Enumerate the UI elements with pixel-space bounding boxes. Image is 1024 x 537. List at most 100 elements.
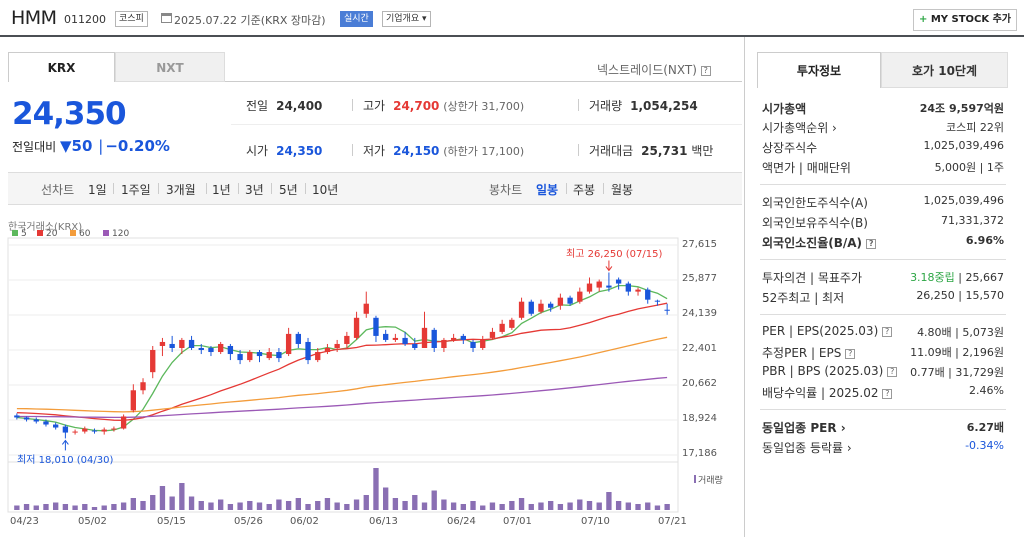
- add-my-stock-button[interactable]: + MY STOCK 추가: [913, 9, 1017, 31]
- foreign-hold-label: 외국인보유주식수(B): [762, 216, 868, 230]
- market-cap-rank-row[interactable]: 시가총액순위 › 코스피 22위: [762, 119, 1004, 137]
- candle-body: [315, 352, 321, 361]
- candle-body: [198, 347, 204, 351]
- foreign-hold-value: 71,331,372: [941, 214, 1004, 227]
- candle-body: [227, 345, 234, 355]
- volume-bar: [538, 502, 544, 510]
- candle-body: [518, 301, 525, 318]
- est-per-value: 11.09배 | 2,196원: [910, 346, 1004, 359]
- volume-bar: [140, 501, 146, 510]
- volume-bar: [344, 504, 350, 510]
- candle-body: [266, 352, 272, 359]
- candle-body: [285, 333, 292, 355]
- tab-orderbook-10[interactable]: 호가 10단계: [881, 52, 1008, 88]
- help-icon[interactable]: ?: [866, 238, 877, 249]
- pbr-row: PBR | BPS (2025.03) ? 0.77배 | 31,729원: [762, 364, 1004, 382]
- help-icon[interactable]: ?: [882, 388, 893, 399]
- divider: [760, 259, 1006, 260]
- candle-body: [188, 339, 195, 348]
- candle-body: [130, 390, 136, 411]
- ma-line: [16, 302, 668, 422]
- tab-investment-info[interactable]: 투자정보: [757, 52, 881, 88]
- candle-body: [509, 319, 515, 328]
- candle-body: [101, 429, 107, 432]
- candle-body: [305, 341, 311, 361]
- moving-average-lines: [16, 284, 668, 432]
- volume-bar: [91, 507, 98, 510]
- volume-bar: [615, 501, 622, 510]
- x-tick: 07/21: [658, 516, 687, 527]
- listed-shares-row: 상장주식수 1,025,039,496: [762, 139, 1004, 157]
- candle-body: [615, 279, 622, 284]
- help-icon[interactable]: ?: [887, 366, 898, 377]
- sector-per-row[interactable]: 동일업종 PER › 6.27배: [762, 419, 1004, 437]
- volume-bar: [256, 502, 263, 510]
- volume-bar: [392, 498, 399, 510]
- volume-bar: [431, 490, 437, 510]
- volume-bar: [383, 487, 389, 510]
- volume-bar: [33, 505, 39, 510]
- volume-bar: [101, 505, 107, 510]
- volume-bar: [489, 502, 496, 510]
- volume-bar: [363, 495, 369, 510]
- help-icon[interactable]: ?: [845, 348, 856, 359]
- candle-body: [140, 382, 146, 391]
- candle-body: [344, 335, 350, 344]
- volume-bar: [179, 483, 185, 510]
- volume-bar: [120, 502, 127, 510]
- candle-body: [596, 281, 602, 288]
- volume-bar: [295, 498, 301, 510]
- x-tick: 05/26: [234, 516, 263, 527]
- volume-label: 거래량: [694, 473, 723, 486]
- volume-bar: [237, 502, 243, 510]
- opinion-value-wrap: 3.18중립 | 25,667: [910, 269, 1004, 285]
- volume-bar: [305, 504, 311, 510]
- listed-shares-label: 상장주식수: [762, 141, 818, 155]
- y-tick: 17,186: [682, 448, 717, 459]
- volume-bar: [586, 501, 593, 510]
- candle-body: [460, 335, 466, 340]
- dividend-label-wrap: 배당수익률 | 2025.02 ?: [762, 384, 893, 401]
- volume-bar: [353, 499, 360, 510]
- volume-bar: [82, 504, 88, 510]
- volume-bar: [315, 501, 321, 510]
- annotations: [61, 260, 613, 451]
- volume-bar: [596, 502, 602, 510]
- candle-body: [14, 415, 20, 418]
- volume-bar: [518, 498, 525, 510]
- divider: [760, 409, 1006, 410]
- candle-body: [33, 419, 39, 422]
- sector-rate-label: 동일업종 등락률 ›: [762, 441, 852, 455]
- candle-body: [179, 339, 185, 348]
- candles: [14, 272, 670, 439]
- volume-bar: [528, 504, 534, 510]
- y-tick: 25,877: [682, 273, 717, 284]
- volume-bar: [509, 501, 515, 510]
- add-my-stock-label: MY STOCK 추가: [930, 14, 1012, 25]
- volume-bar: [664, 504, 670, 510]
- candle-body: [499, 323, 505, 332]
- foreign-limit-label: 외국인한도주식수(A): [762, 196, 868, 210]
- candle-body: [645, 289, 651, 300]
- foreign-limit-row: 외국인한도주식수(A) 1,025,039,496: [762, 194, 1004, 212]
- opinion-value: 3.18중립: [910, 271, 955, 284]
- candle-body: [548, 303, 554, 308]
- candle-body: [353, 317, 360, 338]
- divider: [760, 184, 1006, 185]
- candle-body: [256, 352, 263, 357]
- market-cap-rank-label: 시가총액순위 ›: [762, 121, 837, 135]
- volume-bar: [480, 505, 486, 510]
- candle-body: [664, 309, 670, 311]
- volume-bar: [450, 502, 457, 510]
- sector-per-value: 6.27배: [966, 421, 1004, 434]
- x-tick: 05/02: [78, 516, 107, 527]
- candle-body: [295, 333, 301, 344]
- sector-rate-row[interactable]: 동일업종 등락률 › -0.34%: [762, 439, 1004, 457]
- volume-bar: [169, 496, 175, 510]
- per-row: PER | EPS(2025.03) ? 4.80배 | 5,073원: [762, 324, 1004, 342]
- help-icon[interactable]: ?: [882, 326, 893, 337]
- candle-body: [489, 331, 496, 338]
- candle-body: [43, 421, 49, 425]
- x-tick: 07/01: [503, 516, 532, 527]
- candle-body: [208, 347, 214, 353]
